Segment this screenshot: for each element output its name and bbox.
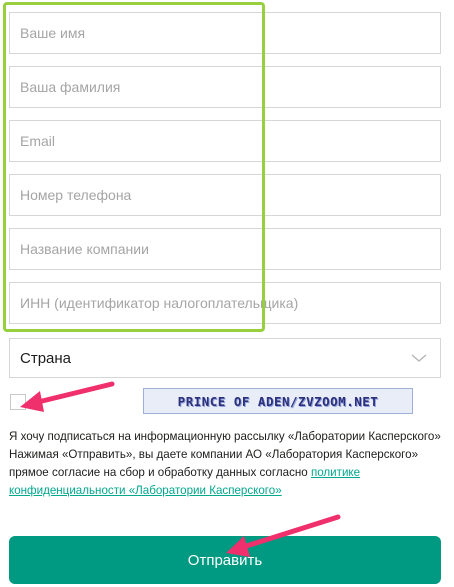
contact-form-page: Страна PRINCE OF ADEN/ZVZOOM.NET Я хочу … — [0, 0, 454, 587]
country-select[interactable]: Страна — [9, 338, 441, 378]
subscribe-checkbox[interactable] — [10, 394, 26, 410]
country-select-value: Страна — [20, 349, 72, 367]
company-input[interactable] — [10, 229, 440, 269]
phone-input[interactable] — [10, 175, 440, 215]
chevron-down-icon — [411, 354, 427, 362]
phone-field[interactable] — [9, 174, 441, 216]
last-name-input[interactable] — [10, 67, 440, 107]
company-field[interactable] — [9, 228, 441, 270]
email-input[interactable] — [10, 121, 440, 161]
last-name-field[interactable] — [9, 66, 441, 108]
consent-text: Нажимая «Отправить», вы даете компании А… — [9, 446, 445, 500]
subscribe-label: Я хочу подписаться на информационную рас… — [9, 430, 441, 443]
watermark-text: PRINCE OF ADEN/ZVZOOM.NET — [177, 393, 379, 409]
first-name-input[interactable] — [10, 13, 440, 53]
inn-field[interactable] — [9, 282, 441, 324]
watermark-banner: PRINCE OF ADEN/ZVZOOM.NET — [143, 388, 413, 414]
first-name-field[interactable] — [9, 12, 441, 54]
inn-input[interactable] — [10, 283, 440, 323]
submit-button[interactable]: Отправить — [9, 536, 441, 584]
email-field[interactable] — [9, 120, 441, 162]
legal-text: Я хочу подписаться на информационную рас… — [9, 428, 445, 500]
arrow-to-checkbox-icon — [20, 381, 115, 412]
